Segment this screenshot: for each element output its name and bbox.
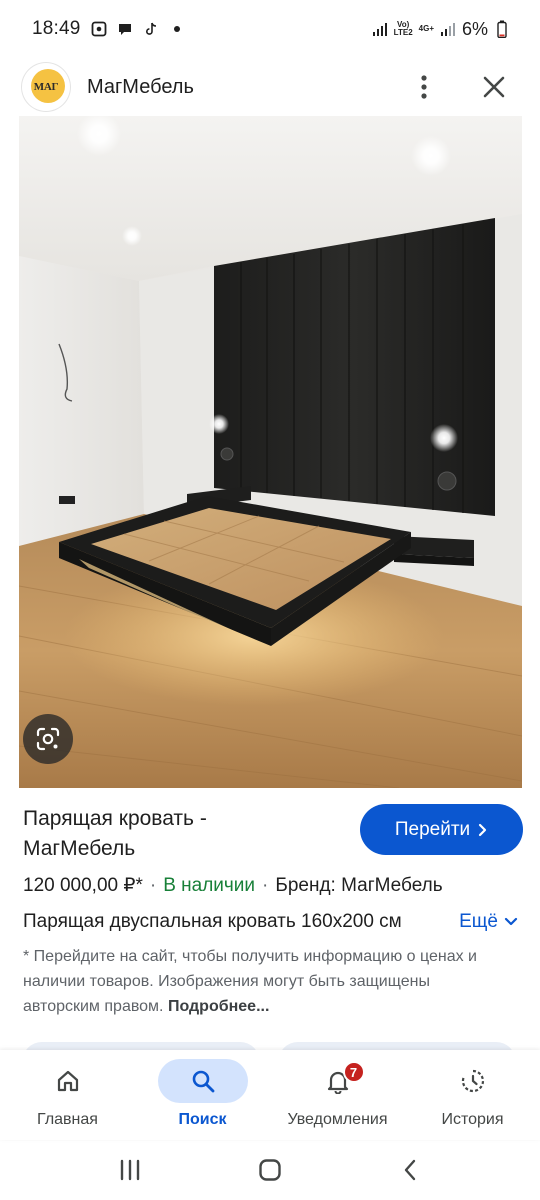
system-navigation (0, 1140, 540, 1200)
bottom-navigation: Главная Поиск 7 Уведомления История (0, 1050, 540, 1140)
status-bar: 18:49 Vo) LTE2 4G+ 6% (0, 0, 540, 58)
product-meta: 120 000,00 ₽* · В наличии · Бренд: МагМе… (23, 874, 523, 897)
nav-notifications-icon-wrap: 7 (293, 1059, 383, 1103)
nav-history-label: История (441, 1111, 504, 1128)
lens-icon (36, 727, 60, 751)
home-system-button[interactable] (250, 1150, 290, 1190)
history-icon (461, 1069, 484, 1093)
nav-search-icon-wrap (157, 1059, 248, 1103)
google-lens-button[interactable] (23, 714, 73, 764)
visit-site-button[interactable]: Перейти (360, 804, 523, 855)
more-vert-icon (421, 75, 427, 99)
logo-text: МАГ (33, 81, 59, 93)
signal-icon (372, 21, 388, 37)
product-price: 120 000,00 ₽* (23, 875, 143, 896)
more-options-button[interactable] (410, 73, 438, 101)
battery-icon (494, 20, 510, 38)
recents-icon (120, 1159, 140, 1181)
back-chevron-icon (404, 1159, 416, 1181)
site-logo[interactable]: МАГ (22, 63, 70, 111)
chat-icon (117, 21, 133, 37)
notification-badge: 7 (342, 1061, 365, 1083)
chevron-right-icon (479, 823, 487, 836)
nav-home[interactable]: Главная (0, 1050, 135, 1140)
home-icon (57, 1070, 78, 1092)
nav-search[interactable]: Поиск (135, 1050, 270, 1140)
search-icon (192, 1070, 214, 1093)
stock-status: В наличии (163, 875, 256, 896)
product-title-row: Парящая кровать - МагМебель Перейти (23, 804, 523, 864)
close-icon (483, 76, 505, 98)
more-button[interactable]: Ещё (459, 911, 518, 933)
recents-button[interactable] (110, 1150, 150, 1190)
description-row: Парящая двуспальная кровать 160х200 см Е… (23, 911, 518, 933)
screenshot-icon (91, 21, 107, 37)
volte-bottom: LTE2 (393, 28, 413, 37)
signal-2-icon (440, 21, 456, 37)
nav-history-icon-wrap (428, 1059, 518, 1103)
bedroom-photo (19, 116, 522, 788)
viewer-header: МАГ МагМебель (0, 58, 540, 116)
status-right: Vo) LTE2 4G+ 6% (372, 19, 510, 40)
nav-home-label: Главная (37, 1111, 98, 1128)
nav-home-icon-wrap (23, 1059, 113, 1103)
nav-history[interactable]: История (405, 1050, 540, 1140)
nav-notifications[interactable]: 7 Уведомления (270, 1050, 405, 1140)
status-time: 18:49 (32, 18, 81, 39)
product-title[interactable]: Парящая кровать - МагМебель (23, 804, 323, 864)
header-actions (410, 73, 518, 101)
back-button[interactable] (390, 1150, 430, 1190)
separator-dot: · (149, 875, 157, 896)
tiktok-icon (143, 21, 159, 37)
copyright-notice: * Перейдите на сайт, чтобы получить инфо… (23, 944, 493, 1019)
product-brand: Бренд: МагМебель (275, 875, 443, 896)
nav-search-label: Поиск (178, 1111, 227, 1128)
site-name[interactable]: МагМебель (87, 76, 194, 99)
nav-notifications-label: Уведомления (287, 1111, 388, 1128)
volte-label: Vo) LTE2 (394, 21, 413, 37)
product-image[interactable] (19, 116, 522, 788)
home-square-icon (259, 1159, 281, 1181)
close-button[interactable] (480, 73, 508, 101)
battery-percent: 6% (461, 18, 488, 39)
separator-dot: · (262, 875, 269, 896)
product-description: Парящая двуспальная кровать 160х200 см (23, 911, 402, 932)
notification-dot-icon (169, 21, 185, 37)
visit-site-label: Перейти (394, 818, 471, 840)
chevron-down-icon (504, 917, 518, 926)
more-label: Ещё (459, 911, 498, 932)
status-left: 18:49 (32, 18, 185, 40)
learn-more-link[interactable]: Подробнее... (168, 998, 269, 1015)
network-type: 4G+ (418, 24, 434, 33)
